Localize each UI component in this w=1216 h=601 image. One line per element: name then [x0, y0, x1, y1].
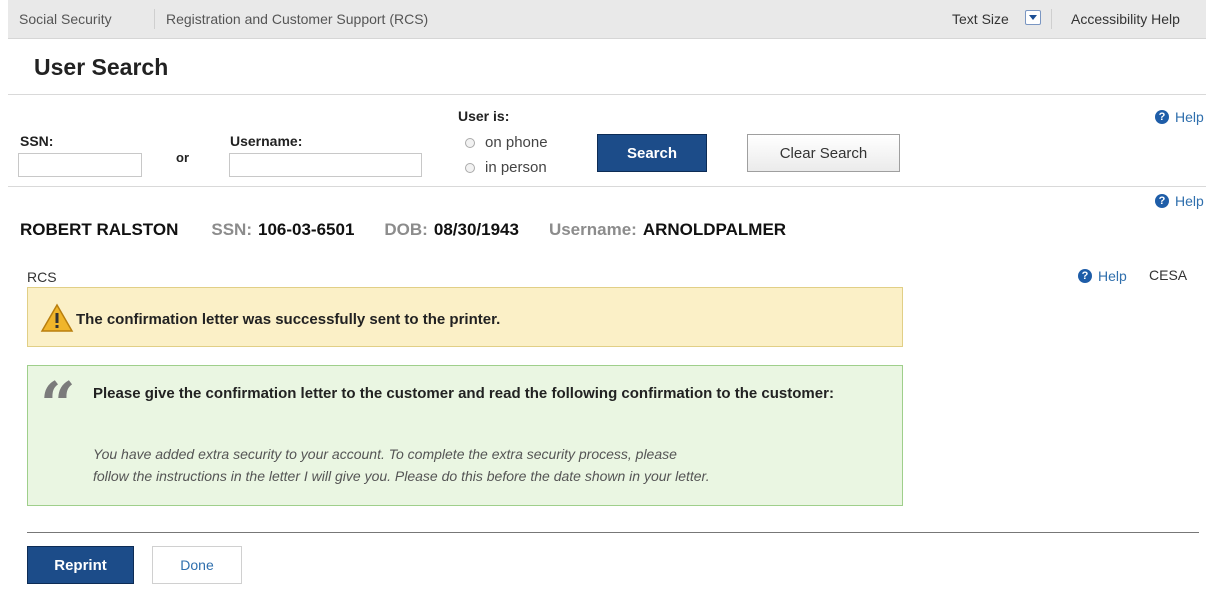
confirmation-heading: Please give the confirmation letter to t… — [93, 385, 834, 402]
user-username: ARNOLDPALMER — [642, 220, 787, 239]
dob-field-label: DOB: — [384, 220, 428, 239]
user-is-label: User is: — [458, 108, 510, 124]
radio-circle-icon[interactable] — [465, 162, 475, 173]
or-label: or — [176, 150, 189, 165]
help-label: Help — [1098, 268, 1127, 284]
accessibility-help-link[interactable]: Accessibility Help — [1071, 11, 1180, 27]
search-button[interactable]: Search — [597, 134, 707, 172]
help-icon: ? — [1078, 269, 1092, 283]
printer-alert: The confirmation letter was successfully… — [27, 287, 903, 347]
ssn-field-label: SSN: — [211, 220, 252, 239]
section-label-rcs: RCS — [27, 269, 57, 285]
radio-circle-icon[interactable] — [465, 137, 475, 148]
user-summary: ROBERT RALSTON SSN: 106-03-6501 DOB: 08/… — [20, 220, 786, 240]
search-divider — [8, 186, 1206, 187]
help-label: Help — [1175, 109, 1204, 125]
confirmation-script-box: “ Please give the confirmation letter to… — [27, 365, 903, 506]
user-dob: 08/30/1943 — [433, 220, 519, 239]
quote-icon: “ — [40, 368, 76, 441]
top-nav-bar: Social Security Registration and Custome… — [8, 0, 1206, 39]
help-label: Help — [1175, 193, 1204, 209]
text-size-label: Text Size — [952, 11, 1009, 27]
radio-in-person[interactable]: in person — [465, 159, 547, 176]
help-icon: ? — [1155, 110, 1169, 124]
breadcrumb-rcs[interactable]: Registration and Customer Support (RCS) — [166, 11, 428, 27]
actions-divider — [27, 532, 1199, 533]
page-title: User Search — [34, 54, 169, 80]
confirmation-line: You have added extra security to your ac… — [93, 446, 677, 462]
user-ssn: 106-03-6501 — [257, 220, 355, 239]
radio-on-phone[interactable]: on phone — [465, 134, 548, 151]
section-label-cesa: CESA — [1149, 267, 1188, 283]
reprint-button[interactable]: Reprint — [27, 546, 134, 584]
username-field-label: Username: — [548, 220, 637, 239]
confirmation-text: You have added extra security to your ac… — [93, 443, 893, 487]
clear-search-button[interactable]: Clear Search — [747, 134, 900, 172]
radio-in-person-label: in person — [485, 159, 547, 176]
user-help-link[interactable]: ? Help — [1155, 193, 1204, 209]
text-size-dropdown-button[interactable] — [1025, 10, 1041, 25]
ssn-label: SSN: — [20, 133, 54, 149]
username-input[interactable] — [229, 153, 422, 177]
warning-icon — [40, 303, 74, 332]
search-help-link[interactable]: ? Help — [1155, 109, 1204, 125]
section-help-link[interactable]: ? Help — [1078, 268, 1127, 284]
ssn-input[interactable] — [18, 153, 142, 177]
help-icon: ? — [1155, 194, 1169, 208]
done-button[interactable]: Done — [152, 546, 242, 584]
topbar-divider — [1051, 9, 1052, 29]
title-divider — [8, 94, 1206, 95]
breadcrumb-divider — [154, 9, 155, 29]
alert-message: The confirmation letter was successfully… — [76, 311, 501, 328]
username-label: Username: — [230, 133, 303, 149]
radio-on-phone-label: on phone — [485, 134, 548, 151]
confirmation-line: follow the instructions in the letter I … — [93, 468, 710, 484]
breadcrumb-social-security[interactable]: Social Security — [19, 11, 112, 27]
user-name: ROBERT RALSTON — [20, 220, 179, 239]
